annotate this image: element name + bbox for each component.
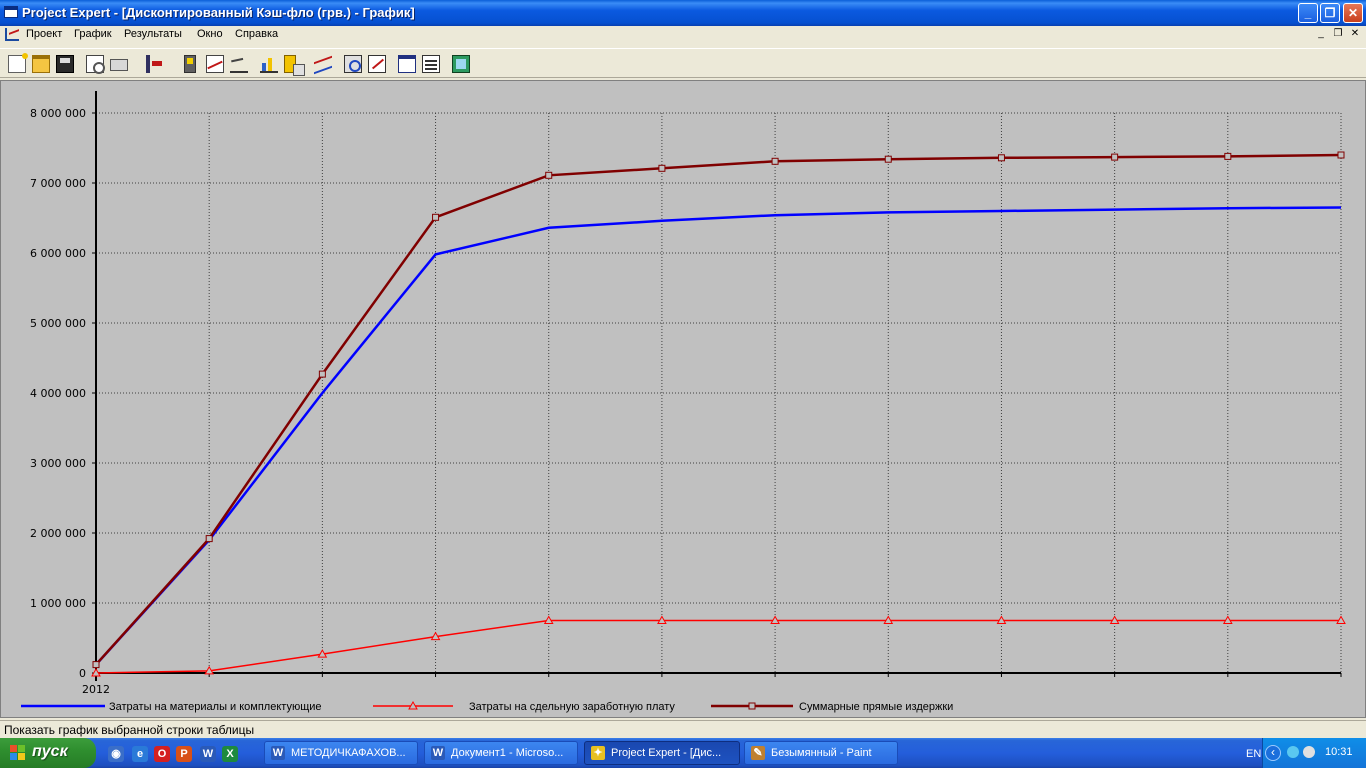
task-button-project-expert[interactable]: ✦ Project Expert - [Дис... — [584, 741, 740, 765]
language-indicator[interactable]: EN — [1246, 748, 1261, 760]
window-title: Project Expert - [Дисконтированный Кэш-ф… — [22, 5, 415, 20]
y-tick-label: 0 — [79, 667, 86, 680]
menu-bar: Проект График Результаты Окно Справка _ … — [0, 26, 1366, 44]
x-tick-label: 2012 — [82, 683, 110, 696]
data-point-square — [997, 154, 1005, 162]
table-icon[interactable] — [184, 55, 196, 73]
paint-icon: ✎ — [751, 746, 765, 760]
new-icon[interactable] — [8, 53, 28, 73]
y-tick-label: 1 000 000 — [30, 597, 86, 610]
task-label: Документ1 - Microso... — [451, 747, 564, 759]
data-point-square — [432, 213, 440, 221]
list-icon[interactable] — [422, 55, 440, 73]
data-point-square — [1337, 151, 1345, 159]
window-icon[interactable] — [398, 55, 416, 73]
properties-icon[interactable] — [344, 55, 362, 73]
save-icon[interactable] — [56, 55, 74, 73]
edit-icon[interactable] — [368, 55, 386, 73]
data-point-square — [205, 535, 213, 543]
y-tick-label: 2 000 000 — [30, 527, 86, 540]
preview-icon[interactable] — [86, 55, 105, 74]
y-tick-label: 5 000 000 — [30, 317, 86, 330]
data-point-square — [92, 661, 100, 669]
volume-icon[interactable] — [1303, 746, 1315, 758]
task-label: Безымянный - Paint — [771, 747, 872, 759]
data-point-square — [1111, 153, 1119, 161]
task-button-paint[interactable]: ✎ Безымянный - Paint — [744, 741, 898, 765]
menu-window[interactable]: Окно — [197, 28, 223, 40]
data-point-square — [771, 157, 779, 165]
task-label: МЕТОДИЧКАФАХОВ... — [291, 747, 406, 759]
chart-panel: 8 000 000 7 000 000 6 000 000 5 000 000 4 00… — [0, 80, 1366, 718]
series-line-2 — [95, 619, 1341, 674]
task-button-document1[interactable]: W Документ1 - Microso... — [424, 741, 578, 765]
maximize-button[interactable]: ❐ — [1320, 3, 1340, 23]
legend-label-2: Затраты на сдельную заработную плату — [469, 701, 675, 713]
word-icon: W — [431, 746, 445, 760]
open-icon[interactable] — [32, 55, 50, 73]
powerpoint-icon[interactable]: P — [176, 746, 192, 762]
explorer-icon[interactable]: ◉ — [108, 746, 124, 762]
legend-marker-square — [748, 702, 756, 710]
taskbar: пуск ◉ e O P W X W МЕТОДИЧКАФАХОВ... W Д… — [0, 738, 1366, 768]
mdi-restore-button[interactable]: ❐ — [1331, 28, 1345, 41]
word-icon[interactable]: W — [200, 746, 216, 762]
opera-icon[interactable]: O — [154, 746, 170, 762]
task-button-metodichka[interactable]: W МЕТОДИЧКАФАХОВ... — [264, 741, 418, 765]
word-icon: W — [271, 746, 285, 760]
excel-icon[interactable]: X — [222, 746, 238, 762]
line-chart-icon[interactable] — [314, 55, 332, 73]
network-icon[interactable] — [1287, 746, 1299, 758]
start-label: пуск — [32, 743, 68, 760]
mdi-close-button[interactable]: ✕ — [1348, 28, 1362, 41]
show-hidden-icons-button[interactable]: ‹ — [1265, 745, 1281, 761]
data-point-square — [318, 370, 326, 378]
y-tick-label: 4 000 000 — [30, 387, 86, 400]
data-point-square — [658, 164, 666, 172]
line-chart: 8 000 000 7 000 000 6 000 000 5 000 000 4 00… — [21, 91, 1346, 713]
toolbar — [0, 48, 1366, 78]
status-bar: Показать график выбранной строки таблицы — [0, 720, 1366, 738]
close-button[interactable]: ✕ — [1343, 3, 1363, 23]
y-tick-label: 8 000 000 — [30, 107, 86, 120]
legend-label-3: Суммарные прямые издержки — [799, 701, 953, 713]
balance-icon[interactable] — [230, 55, 248, 73]
copy-icon[interactable] — [284, 55, 305, 76]
project-expert-icon: ✦ — [591, 746, 605, 760]
menu-results[interactable]: Результаты — [124, 28, 182, 40]
y-tick-label: 6 000 000 — [30, 247, 86, 260]
title-bar: Project Expert - [Дисконтированный Кэш-ф… — [0, 0, 1366, 26]
task-label: Project Expert - [Дис... — [611, 747, 722, 759]
mdi-minimize-button[interactable]: _ — [1314, 28, 1328, 41]
start-button[interactable]: пуск — [0, 738, 96, 768]
clock: 10:31 — [1325, 746, 1353, 758]
y-tick-label: 3 000 000 — [30, 457, 86, 470]
series-line-3 — [95, 153, 1342, 666]
data-point-square — [1224, 152, 1232, 160]
minimize-button[interactable]: _ — [1298, 3, 1318, 23]
bar-chart-icon[interactable] — [260, 55, 278, 73]
y-tick-label: 7 000 000 — [30, 177, 86, 190]
status-text: Показать график выбранной строки таблицы — [4, 723, 255, 737]
menu-help[interactable]: Справка — [235, 28, 278, 40]
data-point-square — [545, 171, 553, 179]
ie-icon[interactable]: e — [132, 746, 148, 762]
data-point-square — [884, 155, 892, 163]
exit-icon[interactable] — [146, 55, 164, 73]
menu-chart[interactable]: График — [74, 28, 112, 40]
cashflow-icon[interactable] — [206, 55, 224, 73]
series-line-1 — [95, 206, 1342, 666]
legend-label-1: Затраты на материалы и комплектующие — [109, 701, 322, 713]
calculator-icon[interactable] — [452, 55, 470, 73]
app-window-icon[interactable] — [4, 6, 18, 18]
windows-flag-icon — [10, 745, 26, 761]
document-chart-icon[interactable] — [5, 28, 19, 41]
menu-project[interactable]: Проект — [26, 28, 62, 40]
print-icon[interactable] — [110, 59, 128, 71]
